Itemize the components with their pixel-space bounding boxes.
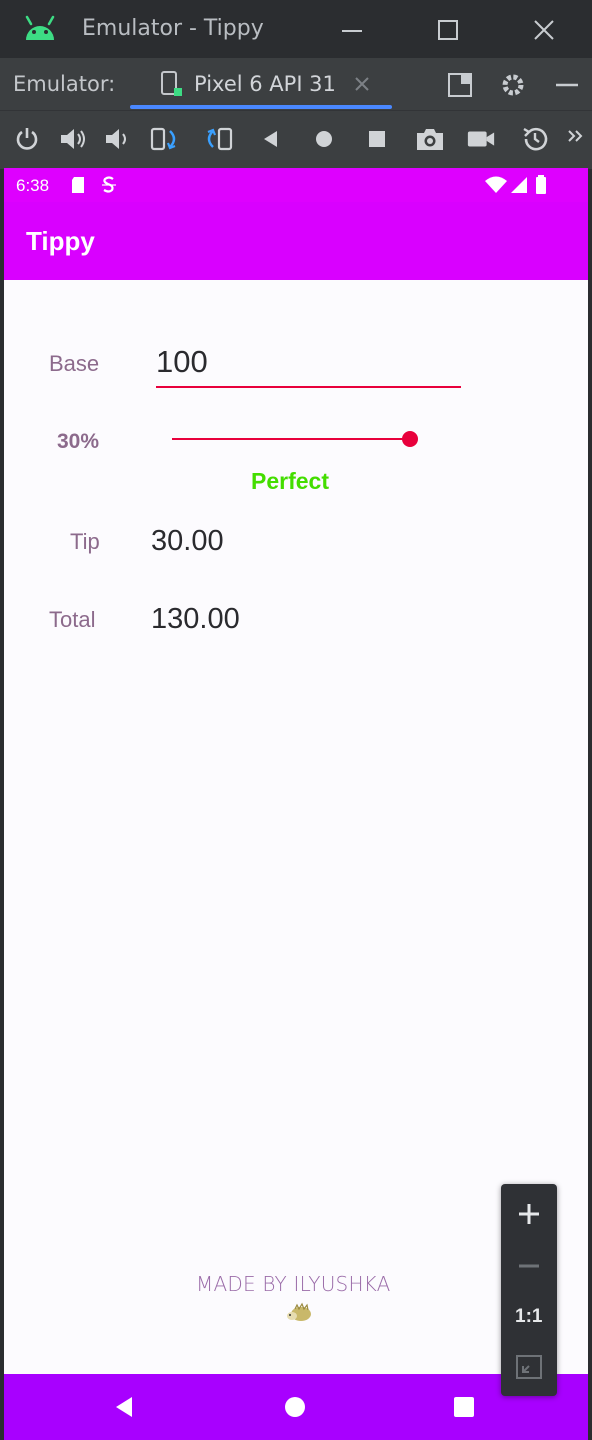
battery-icon	[536, 175, 546, 194]
volume-down-button[interactable]	[103, 124, 133, 154]
video-camera-icon	[467, 131, 495, 147]
hide-panel-icon[interactable]	[554, 72, 580, 98]
more-toolbar-button[interactable]	[566, 126, 586, 150]
power-icon	[16, 128, 38, 150]
maximize-icon	[438, 20, 458, 40]
back-nav-button[interactable]	[256, 124, 286, 154]
overview-nav-button[interactable]	[362, 124, 392, 154]
camera-icon	[417, 129, 443, 150]
base-input-underline	[156, 386, 461, 388]
zoom-fit-icon[interactable]	[515, 1354, 543, 1380]
zoom-panel: 1:1	[501, 1184, 557, 1396]
base-label: Base	[49, 351, 100, 376]
base-amount-input[interactable]: 100	[156, 340, 461, 390]
nav-home-icon[interactable]	[283, 1395, 307, 1419]
screen-record-button[interactable]	[466, 124, 496, 154]
minimize-icon	[342, 30, 362, 32]
tab-label: Pixel 6 API 31	[194, 72, 336, 96]
emulator-toolbar	[0, 110, 592, 169]
close-window-button[interactable]	[524, 10, 564, 50]
volume-up-icon	[61, 129, 85, 149]
close-icon	[534, 20, 554, 40]
snapshots-button[interactable]	[520, 124, 550, 154]
power-button[interactable]	[12, 124, 42, 154]
history-icon	[523, 127, 548, 151]
window-title-bar: Emulator - Tippy	[0, 0, 592, 58]
footer-credit: MADE BY ILYUSHKA	[196, 1272, 391, 1296]
rotate-left-button[interactable]	[150, 124, 180, 154]
tip-percent-slider[interactable]	[172, 430, 422, 450]
volume-down-icon	[106, 129, 126, 149]
app-title: Tippy	[26, 226, 95, 256]
tab-pixel-6[interactable]: Pixel 6 API 31	[130, 58, 392, 110]
status-time: 6:38	[16, 176, 50, 195]
tip-description: Perfect	[251, 468, 329, 494]
tip-percent-label: 30%	[57, 430, 100, 453]
close-tab-icon[interactable]	[354, 76, 370, 92]
hedgehog-icon	[287, 1302, 311, 1321]
back-triangle-icon	[264, 131, 277, 147]
status-bar: 6:38	[4, 168, 588, 202]
total-label: Total	[49, 607, 96, 632]
emulator-label: Emulator:	[13, 72, 116, 96]
slider-track	[172, 438, 410, 440]
home-circle-icon	[316, 131, 332, 147]
signal-icon	[511, 177, 527, 193]
gear-icon[interactable]	[500, 72, 526, 98]
overview-square-icon	[369, 131, 385, 147]
window-title: Emulator - Tippy	[82, 16, 264, 41]
rotate-right-button[interactable]	[203, 124, 233, 154]
wifi-icon	[485, 176, 507, 193]
nav-recents-icon[interactable]	[453, 1396, 475, 1418]
sd-card-icon	[72, 177, 84, 193]
zoom-in-icon[interactable]	[517, 1202, 541, 1226]
window-mode-icon[interactable]	[447, 72, 473, 98]
home-nav-button[interactable]	[309, 124, 339, 154]
rotate-left-icon	[150, 127, 176, 151]
maximize-button[interactable]	[428, 10, 468, 50]
nav-back-icon[interactable]	[112, 1394, 136, 1420]
slider-thumb[interactable]	[402, 431, 418, 447]
android-logo-icon	[25, 15, 55, 40]
base-amount-value: 100	[156, 344, 208, 379]
tip-amount-value: 30.00	[151, 525, 224, 557]
device-icon	[161, 71, 182, 96]
screenshot-button[interactable]	[415, 124, 445, 154]
tip-label: Tip	[70, 529, 100, 554]
zoom-one-to-one[interactable]: 1:1	[515, 1306, 542, 1328]
sync-s-icon	[102, 176, 116, 193]
minimize-button[interactable]	[332, 10, 372, 50]
total-amount-value: 130.00	[151, 603, 240, 635]
volume-up-button[interactable]	[58, 124, 88, 154]
app-bar: Tippy	[4, 202, 588, 280]
zoom-out-icon[interactable]	[517, 1254, 541, 1278]
double-chevron-right-icon	[568, 130, 583, 142]
rotate-right-icon	[207, 127, 233, 151]
active-tab-indicator	[130, 105, 392, 109]
